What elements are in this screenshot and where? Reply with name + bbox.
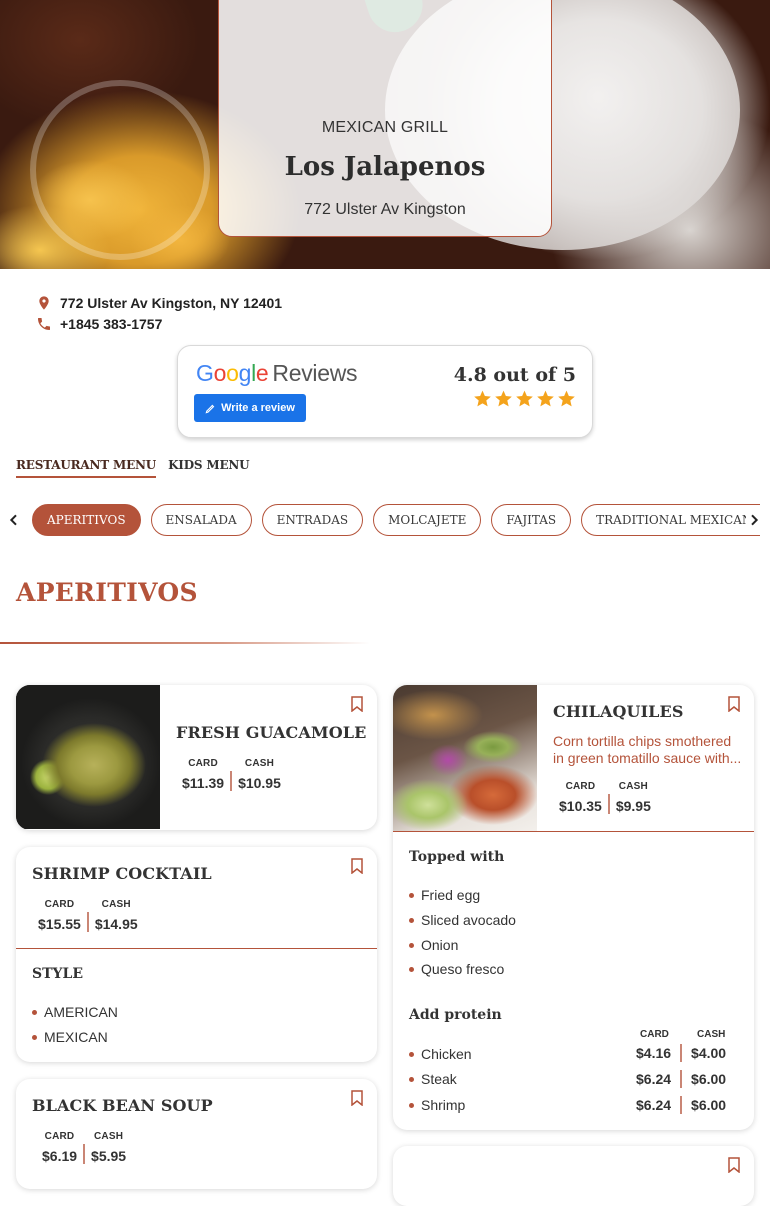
topping-item: Onion	[409, 937, 458, 953]
protein-title: Add protein	[409, 1007, 502, 1023]
cash-price: CASH $14.95	[94, 899, 138, 932]
chevron-right-icon[interactable]	[746, 512, 762, 528]
menu-tabs: RESTAURANT MENU KIDS MENU	[16, 458, 250, 478]
map-pin-icon	[39, 295, 49, 310]
card-price: CARD $6.19	[42, 1131, 78, 1164]
chilaquiles-photo	[393, 685, 537, 831]
option-mexican[interactable]: MEXICAN	[32, 1029, 108, 1045]
menu-item-shrimp-cocktail[interactable]: SHRIMP COCKTAIL CARD $15.55 CASH $14.95 ST…	[16, 847, 377, 1062]
protein-shrimp-price: $6.24 $6.00	[636, 1096, 727, 1114]
menu-item-next[interactable]	[393, 1146, 754, 1206]
protein-shrimp[interactable]: Shrimp	[409, 1097, 465, 1113]
restaurant-category: MEXICAN GRILL	[321, 119, 449, 136]
card-divider	[16, 948, 377, 949]
item-description: Corn tortilla chips smothered in green t…	[553, 733, 742, 766]
price-block: CARD $6.19 CASH $5.95	[36, 1131, 132, 1164]
section-title: APERITIVOS	[16, 578, 198, 607]
toppings-title: Topped with	[409, 849, 505, 865]
bookmark-icon[interactable]	[350, 696, 364, 712]
bookmark-icon[interactable]	[350, 858, 364, 874]
phone-text: +1845 383-1757	[60, 315, 163, 332]
menu-item-fresh-guacamole[interactable]: FRESH GUACAMOLE CARD $11.39 CASH $10.95	[16, 685, 377, 830]
menu-item-black-bean-soup[interactable]: BLACK BEAN SOUP CARD $6.19 CASH $5.95	[16, 1079, 377, 1189]
price-block: CARD $11.39 CASH $10.95	[176, 758, 287, 791]
card-price: CARD $11.39	[182, 758, 225, 791]
hero-info-card: MEXICAN GRILL Los Jalapenos 772 Ulster A…	[218, 0, 552, 237]
reviews-label: Reviews	[272, 360, 358, 386]
option-group-title: STYLE	[32, 966, 84, 982]
tab-kids-menu[interactable]: KIDS MENU	[168, 458, 250, 478]
bookmark-icon[interactable]	[350, 1090, 364, 1106]
protein-card-label: CARD	[640, 1029, 669, 1040]
category-list: APERITIVOS ENSALADA ENTRADAS MOLCAJETE F…	[32, 504, 760, 538]
chevron-left-icon[interactable]	[6, 512, 22, 528]
category-entradas[interactable]: ENTRADAS	[261, 504, 364, 536]
hero-address: 772 Ulster Av Kingston	[219, 201, 551, 219]
protein-steak[interactable]: Steak	[409, 1071, 457, 1087]
category-fajitas[interactable]: FAJITAS	[491, 504, 572, 536]
star-icon	[516, 390, 533, 407]
bookmark-icon[interactable]	[727, 1157, 741, 1173]
category-ensalada[interactable]: ENSALADA	[150, 504, 252, 536]
price-block: CARD $15.55 CASH $14.95	[32, 899, 144, 932]
price-separator	[83, 1144, 86, 1164]
category-aperitivos[interactable]: APERITIVOS	[32, 504, 141, 536]
protein-chicken[interactable]: Chicken	[409, 1046, 472, 1062]
hero-banner: MEXICAN GRILL Los Jalapenos 772 Ulster A…	[0, 0, 770, 269]
tab-restaurant-menu[interactable]: RESTAURANT MENU	[16, 458, 156, 478]
contact-info: 772 Ulster Av Kingston, NY 12401 +1845 3…	[36, 292, 282, 334]
pencil-icon	[205, 404, 215, 413]
phone-row[interactable]: +1845 383-1757	[36, 313, 282, 334]
cash-price: CASH $9.95	[615, 781, 651, 814]
rating-stars	[473, 389, 576, 408]
price-separator	[230, 771, 233, 791]
card-price: CARD $10.35	[559, 781, 602, 814]
protein-cash-label: CASH	[697, 1029, 726, 1040]
star-icon	[474, 390, 491, 407]
hero-photo-glass	[30, 80, 210, 260]
cash-price: CASH $10.95	[238, 758, 281, 791]
topping-item: Sliced avocado	[409, 912, 516, 928]
google-reviews-logo: Google Reviews	[196, 360, 358, 386]
topping-item: Fried egg	[409, 887, 480, 903]
address-row[interactable]: 772 Ulster Av Kingston, NY 12401	[36, 292, 282, 313]
star-icon	[495, 390, 512, 407]
item-name: SHRIMP COCKTAIL	[32, 864, 212, 883]
option-american[interactable]: AMERICAN	[32, 1004, 118, 1020]
star-icon	[537, 390, 554, 407]
card-price: CARD $15.55	[38, 899, 81, 932]
phone-icon	[38, 317, 50, 330]
address-text: 772 Ulster Av Kingston, NY 12401	[60, 294, 283, 311]
category-bar: APERITIVOS ENSALADA ENTRADAS MOLCAJETE F…	[0, 504, 770, 538]
item-name: BLACK BEAN SOUP	[32, 1096, 213, 1115]
item-name: FRESH GUACAMOLE	[176, 723, 367, 742]
restaurant-name: Los Jalapenos	[284, 152, 486, 182]
hero-address-text: 772 Ulster Av Kingston	[304, 201, 466, 218]
menu-item-chilaquiles[interactable]: CHILAQUILES Corn tortilla chips smothere…	[393, 685, 754, 1130]
price-separator	[607, 794, 610, 814]
write-review-label: Write a review	[221, 402, 295, 414]
price-block: CARD $10.35 CASH $9.95	[553, 781, 657, 814]
cash-price: CASH $5.95	[91, 1131, 127, 1164]
write-review-button[interactable]: Write a review	[194, 394, 306, 422]
item-name: CHILAQUILES	[553, 702, 684, 721]
guacamole-photo	[16, 685, 160, 829]
price-separator	[86, 912, 89, 932]
google-reviews-widget: Google Reviews Write a review 4.8 out of …	[177, 345, 593, 438]
bookmark-icon[interactable]	[727, 696, 741, 712]
protein-chicken-price: $4.16 $4.00	[636, 1044, 727, 1062]
section-divider	[0, 642, 370, 644]
rating-score: 4.8 out of 5	[453, 364, 576, 386]
star-icon	[558, 390, 575, 407]
category-traditional-mexican-tacos[interactable]: TRADITIONAL MEXICAN TACOS	[581, 504, 760, 536]
card-divider	[393, 831, 754, 832]
category-molcajete[interactable]: MOLCAJETE	[373, 504, 482, 536]
protein-steak-price: $6.24 $6.00	[636, 1070, 727, 1088]
topping-item: Queso fresco	[409, 961, 504, 977]
